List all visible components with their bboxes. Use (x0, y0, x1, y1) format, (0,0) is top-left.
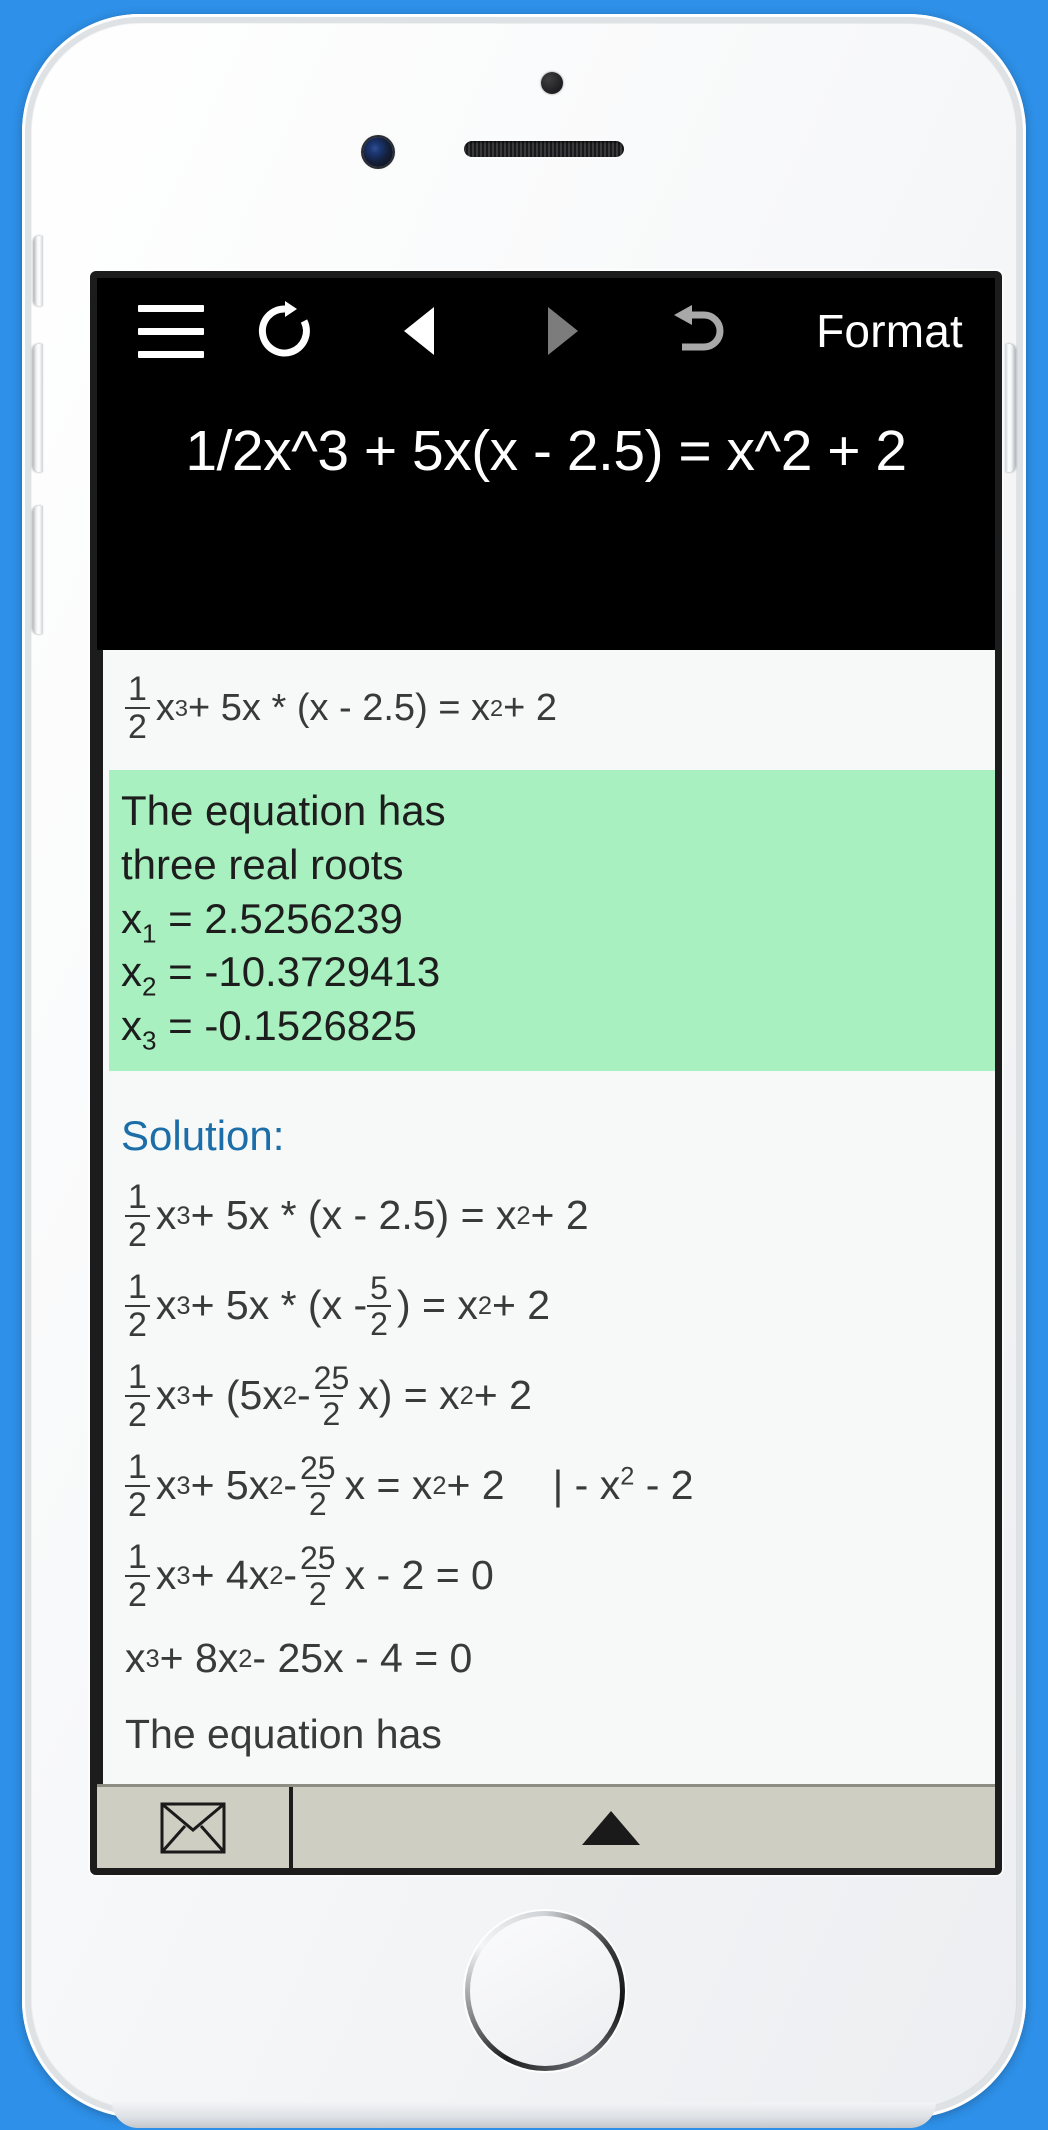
fraction: 25 2 (300, 1540, 336, 1613)
fraction: 1 2 (125, 1450, 150, 1522)
solution-block: Solution: 1 2 x3 + 5x * (x - 2.5) = x2 +… (109, 1070, 995, 1784)
bottom-toolbar (97, 1784, 995, 1868)
earpiece-speaker-icon (464, 141, 624, 157)
equation-input-row[interactable]: 1/2x^3 + 5x(x - 2.5) = x^2 + 2 (97, 384, 995, 650)
fraction-one-half: 1 2 (125, 672, 150, 744)
result-scroll-area[interactable]: 1 2 x3 + 5x * (x - 2.5) = x2 + 2 The equ… (97, 650, 995, 1784)
fraction: 5 2 (367, 1272, 391, 1340)
undo-button[interactable] (631, 296, 771, 366)
answer-root-2: x2 = -10.3729413 (121, 948, 441, 1002)
rendered-equation: 1 2 x3 + 5x * (x - 2.5) = x2 + 2 (121, 672, 995, 744)
power-button[interactable] (1005, 344, 1015, 472)
undo-arrow-icon (674, 305, 724, 351)
mute-switch-button[interactable] (34, 236, 43, 306)
mail-share-button[interactable] (97, 1787, 293, 1868)
answer-root-3: x3 = -0.1526825 (121, 1002, 417, 1056)
answer-line-2: three real roots (121, 840, 404, 888)
answer-block: The equation has three real roots x1 = 2… (109, 770, 995, 1071)
refresh-icon (258, 301, 310, 357)
answer-line-1: The equation has (121, 787, 446, 834)
solution-step-6: x3 + 8x 2 - 25x - 4 = 0 (125, 1635, 473, 1682)
previous-button[interactable] (351, 296, 491, 366)
equation-part-c: + 2 (503, 687, 558, 729)
fraction: 25 2 (300, 1450, 336, 1523)
solution-step-3: 1 2 x3 + (5x 2 - 25 2 x) = x2 + 2 (121, 1351, 995, 1441)
home-button[interactable] (465, 1911, 625, 2071)
fraction: 1 2 (125, 1360, 150, 1432)
next-button[interactable] (491, 296, 631, 366)
step-annotation: | - x2 - 2 (552, 1462, 694, 1509)
device-bottom-lip (112, 2102, 936, 2128)
proximity-sensor-dot-icon (541, 72, 563, 94)
app-toolbar: Format (97, 278, 995, 384)
hamburger-menu-icon (138, 297, 204, 366)
format-button[interactable]: Format (816, 304, 967, 358)
solution-step-8: three real roots (121, 1773, 995, 1784)
app-header: Format 1/2x^3 + 5x(x - 2.5) = x^2 + 2 (97, 278, 995, 650)
refresh-button[interactable] (219, 296, 351, 366)
equation-input[interactable]: 1/2x^3 + 5x(x - 2.5) = x^2 + 2 (185, 418, 907, 484)
fraction: 1 2 (125, 1270, 150, 1342)
envelope-icon (160, 1802, 226, 1853)
solution-step-2: 1 2 x3 + 5x * (x - 5 2 ) = x2 + 2 (121, 1261, 995, 1351)
equation-part-a: x (155, 687, 175, 729)
solution-step-5: 1 2 x3 + 4x 2 - 25 2 x - 2 = 0 (121, 1531, 995, 1621)
previous-arrow-icon (404, 307, 434, 355)
solution-step-4: 1 2 x3 + 5x 2 - 25 2 x = x2 + 2 | - x2 - 2 (121, 1441, 995, 1531)
fraction: 1 2 (125, 1180, 150, 1252)
fraction: 1 2 (125, 1540, 150, 1612)
front-camera-icon (363, 137, 393, 167)
volume-up-button[interactable] (33, 344, 43, 472)
rendered-equation-row: 1 2 x3 + 5x * (x - 2.5) = x2 + 2 (109, 650, 995, 770)
collapse-keyboard-button[interactable] (293, 1787, 995, 1868)
fraction: 25 2 (313, 1360, 350, 1433)
solution-step-7: The equation has (125, 1711, 442, 1758)
hamburger-menu-button[interactable] (123, 296, 219, 366)
triangle-up-icon (582, 1810, 640, 1845)
phone-screen: Format 1/2x^3 + 5x(x - 2.5) = x^2 + 2 1 … (90, 271, 1002, 1875)
phone-device-frame: Format 1/2x^3 + 5x(x - 2.5) = x^2 + 2 1 … (22, 14, 1026, 2128)
solution-step-1: 1 2 x3 + 5x * (x - 2.5) = x2 + 2 (121, 1171, 995, 1261)
volume-down-button[interactable] (33, 506, 43, 634)
next-arrow-icon (548, 307, 578, 355)
equation-part-b: + 5x * (x - 2.5) = x (188, 687, 491, 729)
solution-title: Solution: (121, 1111, 285, 1159)
answer-root-1: x1 = 2.5256239 (121, 894, 403, 948)
